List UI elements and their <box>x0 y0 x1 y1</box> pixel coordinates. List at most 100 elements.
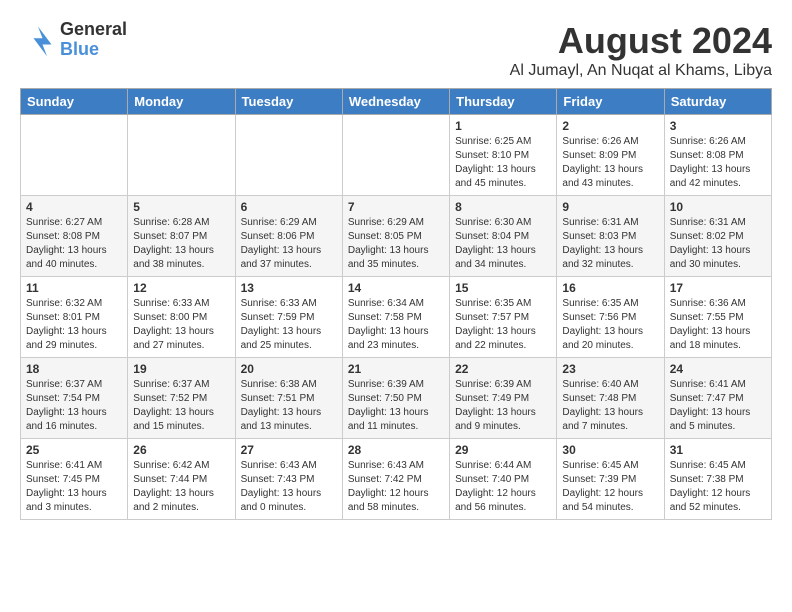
day-info: Sunrise: 6:35 AMSunset: 7:57 PMDaylight:… <box>455 297 551 353</box>
day-info: Sunrise: 6:34 AMSunset: 7:58 PMDaylight:… <box>348 297 444 353</box>
calendar-cell <box>128 115 235 196</box>
day-number: 20 <box>241 362 337 376</box>
day-number: 25 <box>26 443 122 457</box>
calendar-cell: 30 Sunrise: 6:45 AMSunset: 7:39 PMDayligh… <box>557 439 664 520</box>
day-info: Sunrise: 6:43 AMSunset: 7:43 PMDaylight:… <box>241 459 337 515</box>
day-info: Sunrise: 6:39 AMSunset: 7:49 PMDaylight:… <box>455 378 551 434</box>
calendar-cell: 5Sunrise: 6:28 AMSunset: 8:07 PMDaylight… <box>128 196 235 277</box>
calendar-cell: 22 Sunrise: 6:39 AMSunset: 7:49 PMDayligh… <box>450 358 557 439</box>
day-info: Sunrise: 6:36 AMSunset: 7:55 PMDaylight:… <box>670 297 766 353</box>
calendar-cell: 11Sunrise: 6:32 AMSunset: 8:01 PMDayligh… <box>21 277 128 358</box>
calendar-cell: 27 Sunrise: 6:43 AMSunset: 7:43 PMDayligh… <box>235 439 342 520</box>
day-number: 29 <box>455 443 551 457</box>
weekday-header: Sunday <box>21 89 128 115</box>
day-number: 23 <box>562 362 658 376</box>
calendar-cell: 15 Sunrise: 6:35 AMSunset: 7:57 PMDayligh… <box>450 277 557 358</box>
day-info: Sunrise: 6:44 AMSunset: 7:40 PMDaylight:… <box>455 459 551 515</box>
calendar-cell: 9 Sunrise: 6:31 AMSunset: 8:03 PMDaylight… <box>557 196 664 277</box>
logo: General Blue <box>20 20 127 60</box>
day-number: 12 <box>133 281 229 295</box>
day-number: 27 <box>241 443 337 457</box>
calendar-cell: 20 Sunrise: 6:38 AMSunset: 7:51 PMDayligh… <box>235 358 342 439</box>
calendar-cell: 19 Sunrise: 6:37 AMSunset: 7:52 PMDayligh… <box>128 358 235 439</box>
calendar-cell: 1Sunrise: 6:25 AMSunset: 8:10 PMDaylight… <box>450 115 557 196</box>
day-info: Sunrise: 6:41 AMSunset: 7:45 PMDaylight:… <box>26 459 122 515</box>
day-number: 15 <box>455 281 551 295</box>
day-info: Sunrise: 6:38 AMSunset: 7:51 PMDaylight:… <box>241 378 337 434</box>
day-number: 2 <box>562 119 658 133</box>
calendar-cell: 6 Sunrise: 6:29 AMSunset: 8:06 PMDaylight… <box>235 196 342 277</box>
calendar-cell <box>342 115 449 196</box>
title-block: August 2024 Al Jumayl, An Nuqat al Khams… <box>510 20 772 80</box>
day-info: Sunrise: 6:42 AMSunset: 7:44 PMDaylight:… <box>133 459 229 515</box>
calendar-cell: 3 Sunrise: 6:26 AMSunset: 8:08 PMDaylight… <box>664 115 771 196</box>
calendar-cell: 17Sunrise: 6:36 AMSunset: 7:55 PMDayligh… <box>664 277 771 358</box>
day-info: Sunrise: 6:29 AMSunset: 8:06 PMDaylight:… <box>241 216 337 272</box>
day-number: 14 <box>348 281 444 295</box>
day-info: Sunrise: 6:26 AMSunset: 8:08 PMDaylight:… <box>670 135 766 191</box>
logo-text: General Blue <box>60 20 127 60</box>
day-number: 7 <box>348 200 444 214</box>
calendar-cell: 16Sunrise: 6:35 AMSunset: 7:56 PMDayligh… <box>557 277 664 358</box>
calendar-cell <box>21 115 128 196</box>
calendar-week-row: 1Sunrise: 6:25 AMSunset: 8:10 PMDaylight… <box>21 115 772 196</box>
day-info: Sunrise: 6:33 AMSunset: 7:59 PMDaylight:… <box>241 297 337 353</box>
calendar-cell: 28Sunrise: 6:43 AMSunset: 7:42 PMDayligh… <box>342 439 449 520</box>
day-number: 6 <box>241 200 337 214</box>
day-number: 8 <box>455 200 551 214</box>
calendar-cell: 31 Sunrise: 6:45 AMSunset: 7:38 PMDayligh… <box>664 439 771 520</box>
day-number: 18 <box>26 362 122 376</box>
weekday-header: Saturday <box>664 89 771 115</box>
day-number: 30 <box>562 443 658 457</box>
day-info: Sunrise: 6:33 AMSunset: 8:00 PMDaylight:… <box>133 297 229 353</box>
day-info: Sunrise: 6:32 AMSunset: 8:01 PMDaylight:… <box>26 297 122 353</box>
month-title: August 2024 <box>510 20 772 62</box>
day-info: Sunrise: 6:37 AMSunset: 7:54 PMDaylight:… <box>26 378 122 434</box>
day-number: 26 <box>133 443 229 457</box>
calendar-cell: 10Sunrise: 6:31 AMSunset: 8:02 PMDayligh… <box>664 196 771 277</box>
day-info: Sunrise: 6:45 AMSunset: 7:39 PMDaylight:… <box>562 459 658 515</box>
page-header: General Blue August 2024 Al Jumayl, An N… <box>20 20 772 80</box>
day-info: Sunrise: 6:26 AMSunset: 8:09 PMDaylight:… <box>562 135 658 191</box>
day-info: Sunrise: 6:31 AMSunset: 8:03 PMDaylight:… <box>562 216 658 272</box>
logo-icon <box>20 22 56 58</box>
day-info: Sunrise: 6:37 AMSunset: 7:52 PMDaylight:… <box>133 378 229 434</box>
day-info: Sunrise: 6:45 AMSunset: 7:38 PMDaylight:… <box>670 459 766 515</box>
day-info: Sunrise: 6:29 AMSunset: 8:05 PMDaylight:… <box>348 216 444 272</box>
day-number: 21 <box>348 362 444 376</box>
day-info: Sunrise: 6:43 AMSunset: 7:42 PMDaylight:… <box>348 459 444 515</box>
weekday-header: Tuesday <box>235 89 342 115</box>
calendar-cell: 25 Sunrise: 6:41 AMSunset: 7:45 PMDayligh… <box>21 439 128 520</box>
calendar-cell: 8 Sunrise: 6:30 AMSunset: 8:04 PMDaylight… <box>450 196 557 277</box>
calendar-cell: 26 Sunrise: 6:42 AMSunset: 7:44 PMDayligh… <box>128 439 235 520</box>
calendar-cell <box>235 115 342 196</box>
weekday-header: Wednesday <box>342 89 449 115</box>
calendar-cell: 7 Sunrise: 6:29 AMSunset: 8:05 PMDaylight… <box>342 196 449 277</box>
day-number: 24 <box>670 362 766 376</box>
day-number: 22 <box>455 362 551 376</box>
calendar-header-row: SundayMondayTuesdayWednesdayThursdayFrid… <box>21 89 772 115</box>
weekday-header: Thursday <box>450 89 557 115</box>
calendar-week-row: 25 Sunrise: 6:41 AMSunset: 7:45 PMDayligh… <box>21 439 772 520</box>
day-number: 13 <box>241 281 337 295</box>
calendar-cell: 13 Sunrise: 6:33 AMSunset: 7:59 PMDayligh… <box>235 277 342 358</box>
weekday-header: Friday <box>557 89 664 115</box>
day-info: Sunrise: 6:31 AMSunset: 8:02 PMDaylight:… <box>670 216 766 272</box>
day-info: Sunrise: 6:30 AMSunset: 8:04 PMDaylight:… <box>455 216 551 272</box>
day-info: Sunrise: 6:39 AMSunset: 7:50 PMDaylight:… <box>348 378 444 434</box>
day-number: 1 <box>455 119 551 133</box>
calendar-week-row: 18 Sunrise: 6:37 AMSunset: 7:54 PMDayligh… <box>21 358 772 439</box>
location-subtitle: Al Jumayl, An Nuqat al Khams, Libya <box>510 62 772 80</box>
day-info: Sunrise: 6:41 AMSunset: 7:47 PMDaylight:… <box>670 378 766 434</box>
day-number: 19 <box>133 362 229 376</box>
calendar-cell: 18 Sunrise: 6:37 AMSunset: 7:54 PMDayligh… <box>21 358 128 439</box>
day-number: 9 <box>562 200 658 214</box>
day-number: 3 <box>670 119 766 133</box>
calendar-cell: 2 Sunrise: 6:26 AMSunset: 8:09 PMDaylight… <box>557 115 664 196</box>
calendar-cell: 21 Sunrise: 6:39 AMSunset: 7:50 PMDayligh… <box>342 358 449 439</box>
day-number: 31 <box>670 443 766 457</box>
calendar-week-row: 11Sunrise: 6:32 AMSunset: 8:01 PMDayligh… <box>21 277 772 358</box>
weekday-header: Monday <box>128 89 235 115</box>
calendar-cell: 29 Sunrise: 6:44 AMSunset: 7:40 PMDayligh… <box>450 439 557 520</box>
day-info: Sunrise: 6:40 AMSunset: 7:48 PMDaylight:… <box>562 378 658 434</box>
